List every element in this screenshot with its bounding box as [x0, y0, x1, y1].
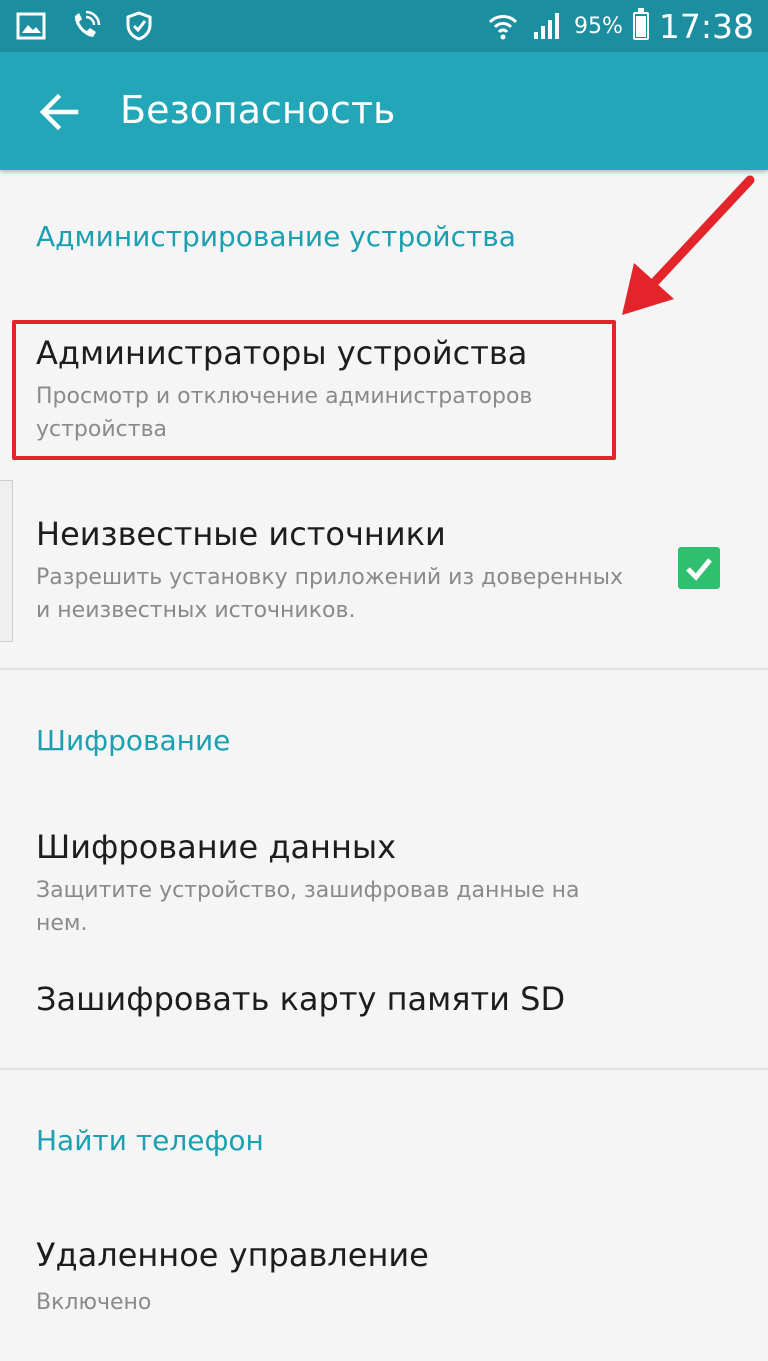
gallery-icon	[16, 12, 46, 40]
section-header-device-admin: Администрирование устройства	[36, 220, 516, 253]
item-title: Шифрование данных	[36, 828, 397, 866]
wifi-icon	[488, 15, 518, 40]
check-icon	[686, 558, 712, 581]
status-bar: 95% 17:38	[0, 0, 768, 52]
highlight-frame	[12, 320, 616, 460]
item-summary: Включено	[36, 1290, 152, 1315]
signal-icon	[533, 13, 559, 39]
page-title: Безопасность	[120, 88, 396, 132]
item-title: Зашифровать карту памяти SD	[36, 980, 566, 1018]
divider	[0, 1068, 768, 1070]
item-summary: Защитите устройство, зашифровав данные н…	[36, 878, 580, 936]
red-arrow-icon	[622, 175, 755, 315]
list-item-encrypt-sd-card[interactable]: Зашифровать карту памяти SD	[0, 950, 768, 1050]
battery-percent: 95%	[573, 13, 623, 39]
list-item-remote-control[interactable]: Удаленное управление Включено	[0, 1220, 768, 1340]
battery-icon	[632, 8, 649, 40]
arrow-left-icon	[39, 93, 79, 131]
item-title: Неизвестные источники	[36, 515, 446, 553]
item-title: Удаленное управление	[36, 1236, 429, 1274]
section-header-encryption: Шифрование	[36, 724, 231, 757]
divider	[0, 668, 768, 670]
clock: 17:38	[658, 6, 754, 46]
section-header-find-phone: Найти телефон	[36, 1124, 264, 1157]
shield-check-icon	[126, 11, 152, 41]
list-item-encrypt-data[interactable]: Шифрование данных Защитите устройство, з…	[0, 812, 768, 936]
back-button[interactable]	[30, 84, 90, 140]
unknown-sources-checkbox[interactable]	[678, 547, 720, 589]
list-item-unknown-sources[interactable]: Неизвестные источники Разрешить установк…	[0, 495, 768, 665]
wifi-calling-icon	[74, 10, 101, 37]
app-bar: Безопасность	[0, 52, 768, 170]
item-summary: Разрешить установку приложений из довере…	[36, 565, 623, 623]
